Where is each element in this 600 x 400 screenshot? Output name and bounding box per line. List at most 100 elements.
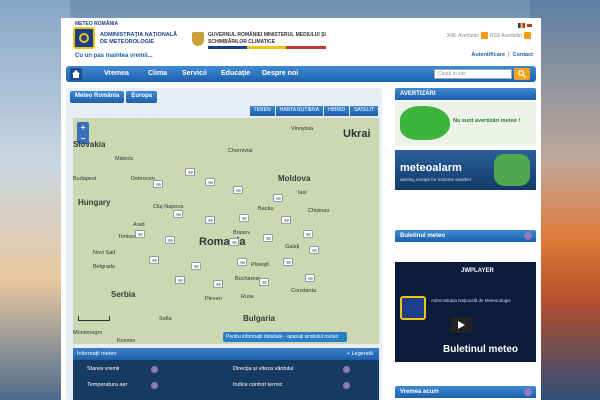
flag-en-icon[interactable] <box>526 23 533 28</box>
map-label: Ploiești <box>251 262 269 268</box>
info-item[interactable]: Temperatura aer <box>87 382 127 388</box>
zoom-in-button[interactable]: + <box>77 122 89 133</box>
gov-name[interactable]: GUVERNUL ROMÂNIEI MINISTERUL MEDIULUI ȘI… <box>208 32 358 45</box>
sidebar: AVERTIZĂRI Nu sunt avertizări meteo ! me… <box>395 88 536 400</box>
map-label: Moldova <box>278 174 311 183</box>
video-player[interactable]: JWPLAYER Administrația Națională de Mete… <box>395 262 536 362</box>
warnings-box[interactable]: Nu sunt avertizări meteo ! <box>395 102 536 146</box>
search-button[interactable] <box>514 68 530 80</box>
map-label: Sofia <box>159 316 172 322</box>
map-type-hibrid[interactable]: HIBRID <box>324 106 350 116</box>
feeds: XML Avertizări RSS Avertizări <box>447 32 533 39</box>
weather-symbol[interactable] <box>263 234 273 242</box>
rss-feed-link[interactable]: RSS Avertizări <box>490 33 522 39</box>
rss-icon[interactable] <box>524 32 531 39</box>
info-icon[interactable] <box>524 232 532 240</box>
map-label: Arad <box>133 222 145 228</box>
legend-toggle[interactable]: + Legendă <box>347 351 373 357</box>
weather-symbol[interactable] <box>229 238 239 246</box>
weather-symbol[interactable] <box>205 178 215 186</box>
tab-europa[interactable]: Europa <box>126 91 158 103</box>
map-label: Chernivtsi <box>228 148 253 154</box>
map-label: Serbia <box>111 290 136 299</box>
map-label: Budapest <box>73 176 97 182</box>
map-type-rutiera[interactable]: HARTA RUTIERA <box>275 106 324 116</box>
info-title: Informații meteo <box>77 351 117 357</box>
map-label: Bucharest <box>235 276 260 282</box>
home-button[interactable] <box>70 68 82 80</box>
info-icon[interactable] <box>524 388 532 396</box>
info-icon[interactable] <box>151 382 158 389</box>
xml-feed-link[interactable]: XML Avertizări <box>447 33 479 39</box>
info-icon[interactable] <box>343 366 350 373</box>
map-type-satelit[interactable]: SATELIT <box>350 106 378 116</box>
nav-item-clima[interactable]: Clima <box>148 70 167 77</box>
weather-symbol[interactable] <box>273 194 283 202</box>
weather-symbol[interactable] <box>185 168 195 176</box>
map-label: Hungary <box>78 198 111 207</box>
info-item[interactable]: Starea vremii <box>87 366 119 372</box>
weather-symbol[interactable] <box>233 186 243 194</box>
info-list: Starea vremii Direcția și viteza vântulu… <box>73 360 379 400</box>
map-label: Chișinau <box>308 208 330 214</box>
map-type-teren[interactable]: TEREN <box>249 106 275 116</box>
flag-ro-icon[interactable] <box>518 23 525 28</box>
map-label: Vinnytsia <box>291 126 314 132</box>
weather-symbol[interactable] <box>213 280 223 288</box>
logo-small-text: METEO ROMÂNIA <box>75 21 119 27</box>
flag-bar <box>208 46 326 49</box>
map-label: Pleven <box>205 296 222 302</box>
player-caption: Administrația Națională de Meteorologie <box>431 298 511 303</box>
info-item[interactable]: Indice confort termic <box>233 382 283 388</box>
romania-map-icon <box>400 106 450 140</box>
weather-map[interactable]: + − Ukrai Slovakia Vinnytsia Chernivtsi … <box>73 118 379 344</box>
weather-symbol[interactable] <box>173 210 183 218</box>
weather-symbol[interactable] <box>175 276 185 284</box>
header: METEO ROMÂNIA ADMINISTRAȚIA NAȚIONALĂ DE… <box>61 18 541 64</box>
nav-item-despre[interactable]: Despre noi <box>262 70 298 77</box>
weather-symbol[interactable] <box>165 236 175 244</box>
weather-symbol[interactable] <box>283 258 293 266</box>
jwplayer-brand: JWPLAYER <box>461 268 494 274</box>
weather-symbol[interactable] <box>309 246 319 254</box>
language-flags <box>517 23 533 30</box>
weather-symbol[interactable] <box>303 230 313 238</box>
map-label: Montenegro <box>73 330 103 336</box>
contact-link[interactable]: Contact <box>513 52 533 58</box>
info-icon[interactable] <box>151 366 158 373</box>
search-input[interactable]: Caută in site <box>434 69 512 79</box>
weather-symbol[interactable] <box>191 262 201 270</box>
weather-symbol[interactable] <box>239 214 249 222</box>
weather-symbol[interactable] <box>305 274 315 282</box>
weather-symbol[interactable] <box>259 278 269 286</box>
map-label: Ruse <box>241 294 254 300</box>
info-item[interactable]: Direcția și viteza vântului <box>233 366 294 372</box>
rss-icon[interactable] <box>480 32 488 39</box>
play-button[interactable] <box>450 317 472 333</box>
anm-logo-icon[interactable] <box>73 27 95 49</box>
nav-item-vremea[interactable]: Vremea <box>104 70 129 77</box>
info-icon[interactable] <box>343 382 350 389</box>
nav-item-servicii[interactable]: Servicii <box>182 70 207 77</box>
weather-symbol[interactable] <box>135 230 145 238</box>
warnings-title: AVERTIZĂRI <box>400 91 436 97</box>
weather-symbol[interactable] <box>153 180 163 188</box>
nav-item-educatie[interactable]: Educație <box>221 70 250 77</box>
weather-symbol[interactable] <box>281 216 291 224</box>
slogan: Cu un pas înaintea vremii... <box>75 53 153 59</box>
weather-symbol[interactable] <box>149 256 159 264</box>
map-label: Constanta <box>291 288 317 294</box>
weather-symbol[interactable] <box>205 216 215 224</box>
warnings-header: AVERTIZĂRI <box>395 88 536 100</box>
map-label: Miskolc <box>115 156 134 162</box>
map-label: Belgrade <box>93 264 116 270</box>
anm-name[interactable]: ADMINISTRAȚIA NAȚIONALĂ DE METEOROLOGIE <box>100 32 180 46</box>
auth-link[interactable]: Autentificare <box>471 52 505 58</box>
background-sky-left <box>0 0 70 400</box>
map-label: Slovakia <box>73 140 106 149</box>
map-label: Novi Sad <box>93 250 116 256</box>
tab-meteo-romania[interactable]: Meteo România <box>70 91 125 103</box>
weather-symbol[interactable] <box>237 258 247 266</box>
top-links: Autentificare | Contact <box>471 52 533 58</box>
meteoalarm-banner[interactable]: meteoalarm alerting europe for extreme w… <box>395 150 536 190</box>
